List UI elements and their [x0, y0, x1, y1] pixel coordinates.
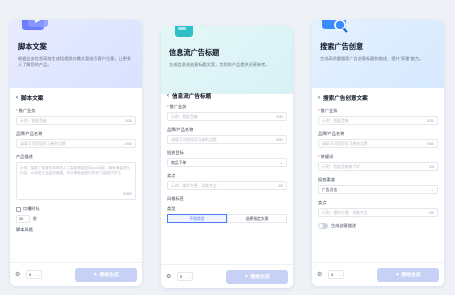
- chevron-down-icon: ⌄: [338, 273, 342, 277]
- brand-input[interactable]: 请填写可提现学习者的品牌 0/50: [16, 139, 136, 148]
- result-count-select[interactable]: 5 ⌄: [26, 270, 42, 279]
- app-stage: 脚本文案 根据业务信息高效生成短视频口播文案吸引客户注意，让更多人了解您的产品。…: [0, 0, 455, 295]
- form-header: ‹ 脚本文案: [16, 94, 136, 102]
- char-count: 0/5: [429, 211, 434, 215]
- style-label: 脚本风格: [16, 227, 33, 232]
- product-desc-label: 产品描述: [16, 154, 33, 159]
- product-name-input[interactable]: 示例：智能音箱 0/30: [318, 116, 438, 125]
- creative-desc-toggle[interactable]: [318, 223, 328, 229]
- brand-label: 品牌/产品名称: [318, 131, 345, 136]
- tab-any-type[interactable]: 不限类型: [167, 214, 227, 223]
- duration-unit: 秒: [33, 216, 37, 221]
- panel-footer: ⚙ 5 ⌄ ✦ 继续生成: [161, 264, 293, 288]
- product-name-label: *推广业务: [16, 108, 36, 113]
- chevron-left-icon[interactable]: ‹: [16, 95, 18, 101]
- product-name-input[interactable]: 示例：智能音箱 0/30: [16, 116, 136, 125]
- result-count-select[interactable]: 5 ⌄: [328, 270, 344, 279]
- gear-icon[interactable]: ⚙: [317, 271, 325, 278]
- panel-search-ad-creative: 搜索广告创意 生成高质量搜索广告创意标题和描述，提升“获量”能力。 ‹ 搜索广告…: [312, 20, 444, 286]
- selling-point-input[interactable]: 示例：操作方便、功能齐全 0/5: [318, 208, 438, 217]
- channel-label: 投放渠道: [318, 177, 335, 182]
- product-name-label: *推广业务: [167, 104, 187, 109]
- selling-point-input[interactable]: 示例：操作方便、功能齐全 0/5: [167, 181, 287, 190]
- form-title: 脚本文案: [21, 96, 44, 102]
- target-select[interactable]: 商品下单 ⌄: [167, 158, 287, 167]
- duration-checkbox[interactable]: [16, 206, 21, 212]
- target-label: 投放目标: [167, 150, 184, 155]
- char-count: 0/5: [278, 184, 283, 188]
- panel-hero: 脚本文案 根据业务信息高效生成短视频口播文案吸引客户注意，让更多人了解您的产品。: [10, 20, 142, 88]
- panel-footer: ⚙ 5 ⌄ ✦ 继续生成: [312, 262, 444, 286]
- duration-input[interactable]: 30: [16, 215, 30, 223]
- type-label: 类型: [167, 206, 176, 211]
- channel-select[interactable]: 广告点击 ⌄: [318, 185, 438, 194]
- feed-ad-icon: [175, 26, 193, 37]
- panel-hero: 搜索广告创意 生成高质量搜索广告创意标题和描述，提升“获量”能力。: [312, 20, 444, 88]
- selling-point-label: 卖点: [318, 200, 327, 205]
- char-count: 0/30: [427, 119, 434, 123]
- generate-button[interactable]: ✦ 继续生成: [377, 267, 439, 282]
- form-title: 信息流广告标题: [172, 94, 212, 100]
- gear-icon[interactable]: ⚙: [166, 273, 174, 280]
- form-title: 搜索广告创意文案: [323, 96, 368, 102]
- chevron-down-icon: ⌄: [279, 160, 283, 165]
- video-script-icon: [22, 20, 48, 30]
- gear-icon[interactable]: ⚙: [15, 271, 23, 278]
- product-name-input[interactable]: 示例：智能音箱 0/30: [167, 112, 287, 121]
- panel-script-copy: 脚本文案 根据业务信息高效生成短视频口播文案吸引客户注意，让更多人了解您的产品。…: [10, 20, 142, 286]
- char-count: 0/50: [427, 142, 434, 146]
- form-header: ‹ 信息流广告标题: [167, 92, 287, 100]
- product-name-label: *推广业务: [318, 108, 338, 113]
- form-fields: *推广业务 示例：智能音箱 0/30 品牌/产品名称 请填写可提现学习者的品牌 …: [318, 108, 438, 229]
- keyword-label: *关键词: [318, 154, 334, 159]
- chevron-down-icon: ⌄: [36, 273, 40, 277]
- panel-description: 根据业务信息高效生成短视频口播文案吸引客户注意，让更多人了解您的产品。: [18, 56, 132, 67]
- type-tabs: 不限类型 选择指定文案: [167, 214, 287, 223]
- keyword-input[interactable]: 示例：智能音箱哪个好 0/5: [318, 162, 438, 171]
- search-ad-icon: [322, 20, 348, 33]
- panel-hero: 信息流广告标题 生成信息流创意标题文案，为您的产品提供灵感参考。: [161, 26, 293, 94]
- brand-input[interactable]: 请填写可提现学习者的品牌 0/50: [167, 135, 287, 144]
- selling-point-label: 卖点: [167, 173, 176, 178]
- brand-label: 品牌/产品名称: [167, 127, 194, 132]
- char-count: 0/30: [276, 115, 283, 119]
- panel-feed-ad-title: 信息流广告标题 生成信息流创意标题文案，为您的产品提供灵感参考。 ‹ 信息流广告…: [161, 26, 293, 288]
- form-fields: *推广业务 示例：智能音箱 0/30 品牌/产品名称 请填写可提现学习者的品牌 …: [167, 104, 287, 223]
- brand-label: 品牌/产品名称: [16, 131, 43, 136]
- result-count-select[interactable]: 5 ⌄: [177, 272, 193, 281]
- chevron-left-icon[interactable]: ‹: [318, 95, 320, 101]
- generate-button[interactable]: ✦ 继续生成: [75, 267, 137, 282]
- chevron-down-icon: ⌄: [430, 187, 434, 192]
- sparkle-icon: ✦: [395, 271, 400, 278]
- sparkle-icon: ✦: [93, 271, 98, 278]
- product-desc-textarea[interactable]: 示例：智能了现身热效率的入工智能音箱支持aux功能，拥有海量音乐内容，AI语音交…: [16, 162, 136, 200]
- panel-description: 生成高质量搜索广告创意标题和描述，提升“获量”能力。: [320, 56, 424, 61]
- duration-checkbox-row[interactable]: 口播时长: [16, 206, 136, 212]
- panel-title: 信息流广告标题: [169, 48, 220, 57]
- brand-input[interactable]: 请填写可提现学习者的品牌 0/50: [318, 139, 438, 148]
- char-count: 0/30: [125, 119, 132, 123]
- generate-button[interactable]: ✦ 继续生成: [226, 269, 288, 284]
- creative-desc-toggle-row[interactable]: 生成创意描述: [318, 223, 438, 229]
- panel-title: 搜索广告创意: [320, 42, 364, 51]
- char-count: 0/500: [123, 191, 132, 196]
- form-header: ‹ 搜索广告创意文案: [318, 94, 438, 102]
- duration-row: 30 秒: [16, 215, 136, 223]
- form-fields: *推广业务 示例：智能音箱 0/30 品牌/产品名称 请填写可提现学习者的品牌 …: [16, 108, 136, 233]
- panel-description: 生成信息流创意标题文案，为您的产品提供灵感参考。: [169, 62, 270, 67]
- panel-footer: ⚙ 5 ⌄ ✦ 继续生成: [10, 262, 142, 286]
- char-count: 0/50: [125, 142, 132, 146]
- tab-specified-copy[interactable]: 选择指定文案: [227, 214, 287, 223]
- chevron-down-icon: ⌄: [187, 275, 191, 279]
- chevron-left-icon[interactable]: ‹: [167, 93, 169, 99]
- sparkle-icon: ✦: [244, 273, 249, 280]
- char-count: 0/5: [429, 165, 434, 169]
- panel-title: 脚本文案: [18, 42, 47, 51]
- char-count: 0/50: [276, 138, 283, 142]
